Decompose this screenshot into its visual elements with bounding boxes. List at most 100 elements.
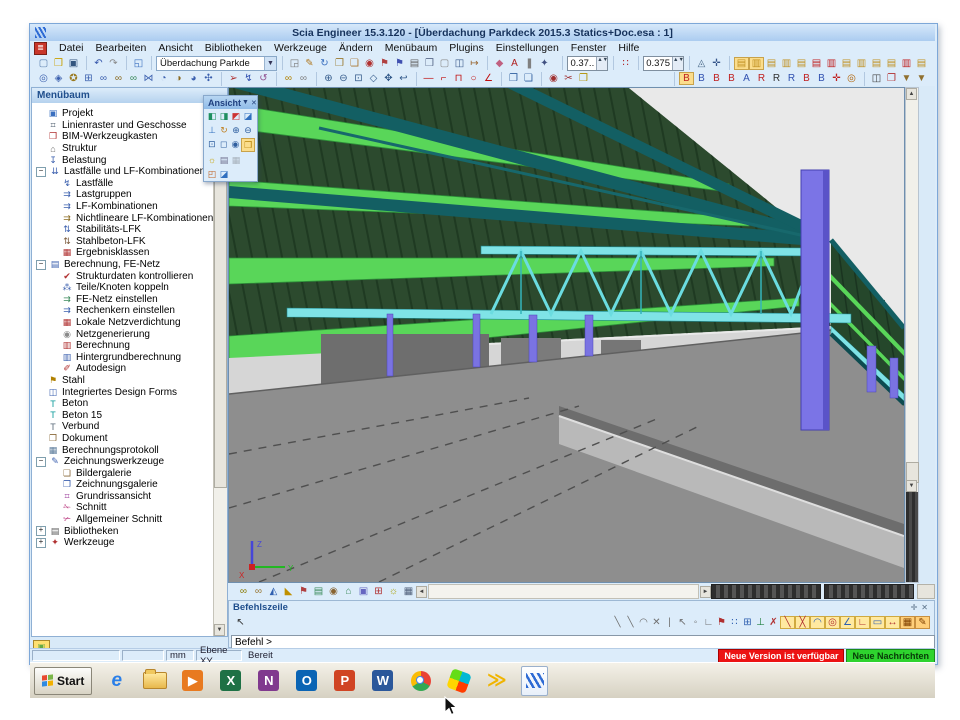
- view-window-1-icon[interactable]: ▤: [734, 57, 749, 70]
- save-project-icon[interactable]: ▣: [66, 57, 81, 70]
- view-window-6-icon[interactable]: ▤: [809, 57, 824, 70]
- taskbar-pinwheel-app[interactable]: [445, 667, 472, 694]
- check-b5-icon[interactable]: B: [799, 72, 814, 85]
- zoom-out-icon[interactable]: ⊖: [336, 72, 351, 85]
- link-members-icon[interactable]: ∞: [236, 585, 251, 598]
- tree-item-teile-knoten-koppeln[interactable]: ⁂Teile/Knoten koppeln: [32, 282, 227, 294]
- link-nodes-icon[interactable]: ∞: [251, 585, 266, 598]
- select-all-icon[interactable]: ✣: [201, 72, 216, 85]
- view-window-7-icon[interactable]: ▥: [824, 57, 839, 70]
- select-prev-icon[interactable]: ◔: [156, 72, 171, 85]
- menu-fenster[interactable]: Fenster: [565, 42, 613, 54]
- taskbar-file-explorer[interactable]: [141, 667, 168, 694]
- tree-item-linienraster-und-geschosse[interactable]: ⌗Linienraster und Geschosse: [32, 120, 227, 132]
- table-view-icon[interactable]: ▦: [401, 585, 416, 598]
- camera-view-icon[interactable]: ◉: [326, 585, 341, 598]
- zoom-window-icon[interactable]: ⊡: [351, 72, 366, 85]
- scroll-down-icon[interactable]: ▼: [214, 624, 225, 636]
- check-plus-icon[interactable]: ✛: [829, 72, 844, 85]
- grid-toggle-icon[interactable]: ⊞: [371, 585, 386, 598]
- select-surface-icon[interactable]: ✪: [66, 72, 81, 85]
- osnap-center-icon[interactable]: ◎: [825, 616, 840, 629]
- tree-item-stahl[interactable]: ⚑Stahl: [32, 375, 227, 387]
- pan-icon[interactable]: ✥: [381, 72, 396, 85]
- clip-planes-icon[interactable]: ▦: [230, 154, 242, 166]
- view-window-10-icon[interactable]: ▤: [869, 57, 884, 70]
- tree-item-autodesign[interactable]: ✐Autodesign: [32, 363, 227, 375]
- tree-item-fe-netz-einstellen[interactable]: ⇉FE-Netz einstellen: [32, 294, 227, 306]
- menu-werkzeuge[interactable]: Werkzeuge: [268, 42, 333, 54]
- tree-item-schnitt[interactable]: ✁Schnitt: [32, 502, 227, 514]
- hscrollbar-track[interactable]: [428, 584, 699, 599]
- zoom-in-icon[interactable]: ⊕: [321, 72, 336, 85]
- edit-properties-icon[interactable]: ✎: [302, 57, 317, 70]
- save-results-icon[interactable]: ◫: [869, 72, 884, 85]
- check-b4-icon[interactable]: B: [724, 72, 739, 85]
- tree-item-berechnung-fe-netz[interactable]: −▤Berechnung, FE-Netz: [32, 259, 227, 271]
- filter-b-icon[interactable]: ▼: [914, 72, 929, 85]
- clipboard-icon[interactable]: ❏: [347, 57, 362, 70]
- menubaum-panel-header[interactable]: Menübaum: [32, 88, 227, 103]
- new-version-badge[interactable]: Neue Version ist verfügbar: [718, 649, 844, 663]
- angle-tool-icon[interactable]: ◬: [694, 57, 709, 70]
- tree-item-rechenkern-einstellen[interactable]: ⇉Rechenkern einstellen: [32, 305, 227, 317]
- coordinate-system-icon[interactable]: ⊥: [206, 124, 218, 136]
- gallery-document-icon[interactable]: ⚑: [392, 57, 407, 70]
- title-bar[interactable]: Scia Engineer 15.3.120 - [Überdachung Pa…: [30, 24, 935, 41]
- check-target-icon[interactable]: ◎: [844, 72, 859, 85]
- tree-item-lastgruppen[interactable]: ⇉Lastgruppen: [32, 189, 227, 201]
- check-b1-icon[interactable]: B: [679, 72, 694, 85]
- zoom-spinner[interactable]: 0.37.. ▲▼: [567, 56, 608, 71]
- snap-midpoint-icon[interactable]: ╲: [624, 616, 637, 629]
- snap-nearest-icon[interactable]: ↖: [676, 616, 689, 629]
- view-dialog-icon[interactable]: ◪: [218, 168, 230, 180]
- osnap-edit-icon[interactable]: ✎: [915, 616, 930, 629]
- new-messages-badge[interactable]: Neue Nachrichten: [846, 649, 935, 663]
- cut-section-icon[interactable]: ✂: [561, 72, 576, 85]
- render-wireframe-icon[interactable]: ◧: [206, 110, 218, 122]
- binocular-3-icon[interactable]: ∞: [126, 72, 141, 85]
- ansicht-toolbar-header[interactable]: Ansicht ▼ ✕: [204, 96, 257, 109]
- render-surface-icon[interactable]: ◨: [218, 110, 230, 122]
- draw-circle-icon[interactable]: ○: [466, 72, 481, 85]
- roof-view-icon[interactable]: ⌂: [341, 585, 356, 598]
- taskbar-word[interactable]: W: [369, 667, 396, 694]
- document-save-icon[interactable]: ◫: [452, 57, 467, 70]
- spinner-arrows-icon[interactable]: ▲▼: [672, 57, 683, 70]
- tree-item-beton[interactable]: TBeton: [32, 398, 227, 410]
- osnap-line-icon[interactable]: ╲: [780, 616, 795, 629]
- check-r1-icon[interactable]: R: [754, 72, 769, 85]
- tree-item-dokument[interactable]: ❐Dokument: [32, 433, 227, 445]
- scroll-left-icon[interactable]: ◄: [416, 586, 427, 598]
- coordinate-tool-icon[interactable]: ✛: [709, 57, 724, 70]
- invert-selection-icon[interactable]: ↯: [241, 72, 256, 85]
- tree-item-zeichnungswerkzeuge[interactable]: −✎Zeichnungswerkzeuge: [32, 456, 227, 468]
- cursor-mode-icon[interactable]: ↖: [233, 616, 248, 629]
- osnap-arc-icon[interactable]: ◠: [810, 616, 825, 629]
- gallery-picture-icon[interactable]: ⚑: [377, 57, 392, 70]
- close-icon[interactable]: ✕: [919, 603, 930, 612]
- collapse-icon[interactable]: −: [36, 167, 46, 177]
- tree-item-bibliotheken[interactable]: +▤Bibliotheken: [32, 525, 227, 537]
- osnap-settings-icon[interactable]: ▦: [900, 616, 915, 629]
- start-button[interactable]: Start: [34, 667, 92, 695]
- snap-off-icon[interactable]: ✗: [767, 616, 780, 629]
- spinner-arrows-icon[interactable]: ▲▼: [596, 57, 607, 70]
- tree-item-stahlbeton-lfk[interactable]: ⇅Stahlbeton-LFK: [32, 236, 227, 248]
- menu-ansicht[interactable]: Ansicht: [152, 42, 198, 54]
- light-toggle-icon[interactable]: ☼: [386, 585, 401, 598]
- menu-datei[interactable]: Datei: [53, 42, 90, 54]
- check-r2-icon[interactable]: R: [769, 72, 784, 85]
- copy-entity-icon[interactable]: ❐: [506, 72, 521, 85]
- zoom-fit-icon[interactable]: ◇: [366, 72, 381, 85]
- view-window-5-icon[interactable]: ▤: [794, 57, 809, 70]
- snap-tangent-icon[interactable]: ◦: [689, 616, 702, 629]
- print-3d-view-icon[interactable]: ▤: [218, 154, 230, 166]
- update-view-icon[interactable]: ↻: [317, 57, 332, 70]
- binocular-2-icon[interactable]: ∞: [111, 72, 126, 85]
- view-window-11-icon[interactable]: ▤: [884, 57, 899, 70]
- redo-icon[interactable]: ↷: [106, 57, 121, 70]
- clipping-box-icon[interactable]: ◰: [206, 168, 218, 180]
- rotate-view-icon[interactable]: ↻: [218, 124, 230, 136]
- befehlszeile-header[interactable]: Befehlszeile ✛ ✕: [229, 601, 934, 614]
